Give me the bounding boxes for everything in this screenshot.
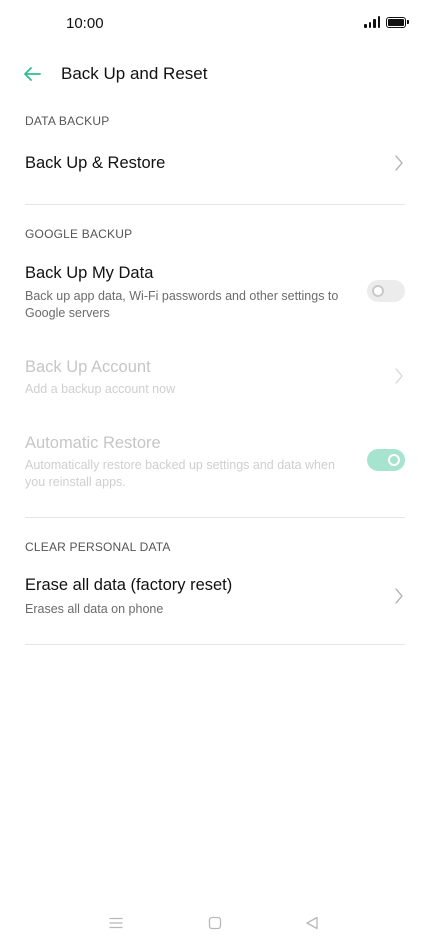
status-bar: 10:00 xyxy=(0,0,430,48)
back-up-restore-item[interactable]: Back Up & Restore xyxy=(0,140,430,188)
erase-all-data-subtitle: Erases all data on phone xyxy=(25,602,164,616)
signal-icon xyxy=(364,16,380,28)
battery-icon xyxy=(386,16,409,28)
nav-menu-button[interactable] xyxy=(105,912,127,934)
back-up-account-subtitle: Add a backup account now xyxy=(25,382,176,396)
back-up-account-item[interactable]: Back Up Account Add a backup account now xyxy=(0,350,430,404)
back-up-my-data-subtitle: Back up app data, Wi-Fi passwords and ot… xyxy=(25,289,339,320)
back-up-my-data-toggle[interactable] xyxy=(367,280,405,302)
page-title: Back Up and Reset xyxy=(61,64,208,83)
section-header-clear-personal-data: CLEAR PERSONAL DATA xyxy=(25,540,171,554)
status-icons xyxy=(364,16,409,28)
divider xyxy=(25,517,405,518)
erase-all-data-item[interactable]: Erase all data (factory reset) Erases al… xyxy=(0,568,430,626)
divider xyxy=(25,644,405,645)
status-time: 10:00 xyxy=(66,15,104,32)
navigation-bar xyxy=(0,904,430,942)
back-up-my-data-title: Back Up My Data xyxy=(25,264,154,282)
automatic-restore-item[interactable]: Automatic Restore Automatically restore … xyxy=(0,426,430,496)
erase-all-data-title: Erase all data (factory reset) xyxy=(25,576,233,594)
arrow-left-icon xyxy=(24,67,41,81)
nav-home-button[interactable] xyxy=(204,912,226,934)
back-triangle-icon xyxy=(306,916,318,930)
toggle-knob xyxy=(372,285,384,297)
automatic-restore-title: Automatic Restore xyxy=(25,434,161,452)
chevron-right-icon xyxy=(395,588,403,604)
toggle-knob xyxy=(388,454,400,466)
automatic-restore-subtitle: Automatically restore backed up settings… xyxy=(25,458,335,489)
back-up-account-title: Back Up Account xyxy=(25,358,151,376)
chevron-right-icon xyxy=(395,368,403,384)
back-button[interactable] xyxy=(16,58,48,90)
section-header-data-backup: DATA BACKUP xyxy=(25,114,110,128)
divider xyxy=(25,204,405,205)
back-up-restore-title: Back Up & Restore xyxy=(25,154,166,172)
section-header-google-backup: GOOGLE BACKUP xyxy=(25,227,133,241)
app-header: Back Up and Reset xyxy=(0,52,430,96)
nav-back-button[interactable] xyxy=(301,912,323,934)
chevron-right-icon xyxy=(395,155,403,171)
back-up-my-data-item[interactable]: Back Up My Data Back up app data, Wi-Fi … xyxy=(0,256,430,328)
menu-icon xyxy=(109,917,123,929)
automatic-restore-toggle[interactable] xyxy=(367,449,405,471)
home-square-icon xyxy=(208,916,222,930)
